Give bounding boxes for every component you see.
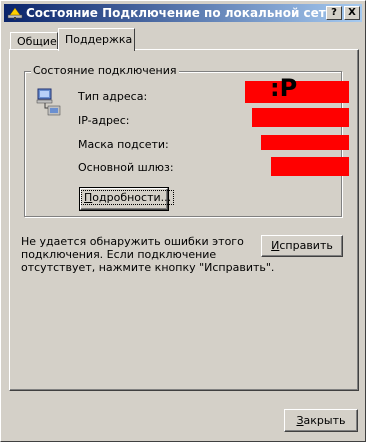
- network-computers-icon: [36, 88, 61, 116]
- close-window-button[interactable]: X: [344, 6, 360, 20]
- tab-support[interactable]: Поддержка: [58, 28, 135, 51]
- redacted-default-gateway: [271, 157, 349, 176]
- support-tab-panel: Состояние подключения Тип адреса: :P IP-…: [9, 49, 359, 391]
- help-button[interactable]: ?: [326, 6, 342, 20]
- network-connection-icon: [7, 7, 23, 20]
- address-type-label: Тип адреса:: [78, 90, 148, 103]
- repair-button[interactable]: Исправить: [261, 235, 343, 257]
- tab-bar: Общие Поддержка: [9, 28, 359, 51]
- window-title: Состояние Подключение по локальной сети: [26, 6, 335, 20]
- default-gateway-label: Основной шлюз:: [78, 161, 174, 174]
- message-line: отсутствует, нажмите кнопку "Исправить".: [21, 261, 275, 274]
- details-button[interactable]: Подробности...: [79, 187, 175, 211]
- message-line: подключения. Если подключение: [21, 248, 217, 261]
- redaction-mark: :P: [270, 74, 298, 102]
- title-bar[interactable]: Состояние Подключение по локальной сети …: [4, 4, 362, 22]
- redacted-ip-address: [252, 108, 349, 127]
- group-title: Состояние подключения: [31, 64, 179, 77]
- ip-address-label: IP-адрес:: [78, 114, 130, 127]
- subnet-mask-label: Маска подсети:: [78, 138, 169, 151]
- redacted-address-type: :P: [245, 74, 349, 103]
- tab-general[interactable]: Общие: [10, 32, 58, 50]
- redacted-subnet-mask: [261, 135, 349, 150]
- tab-support-label: Поддержка: [65, 33, 133, 46]
- tab-general-label: Общие: [17, 35, 57, 48]
- diagnosis-message: Не удается обнаружить ошибки этого подкл…: [21, 235, 275, 274]
- status-dialog: Состояние Подключение по локальной сети …: [0, 0, 366, 442]
- message-line: Не удается обнаружить ошибки этого: [21, 235, 244, 248]
- close-button[interactable]: Закрыть: [284, 409, 358, 432]
- connection-status-group: Состояние подключения Тип адреса: :P IP-…: [24, 64, 349, 217]
